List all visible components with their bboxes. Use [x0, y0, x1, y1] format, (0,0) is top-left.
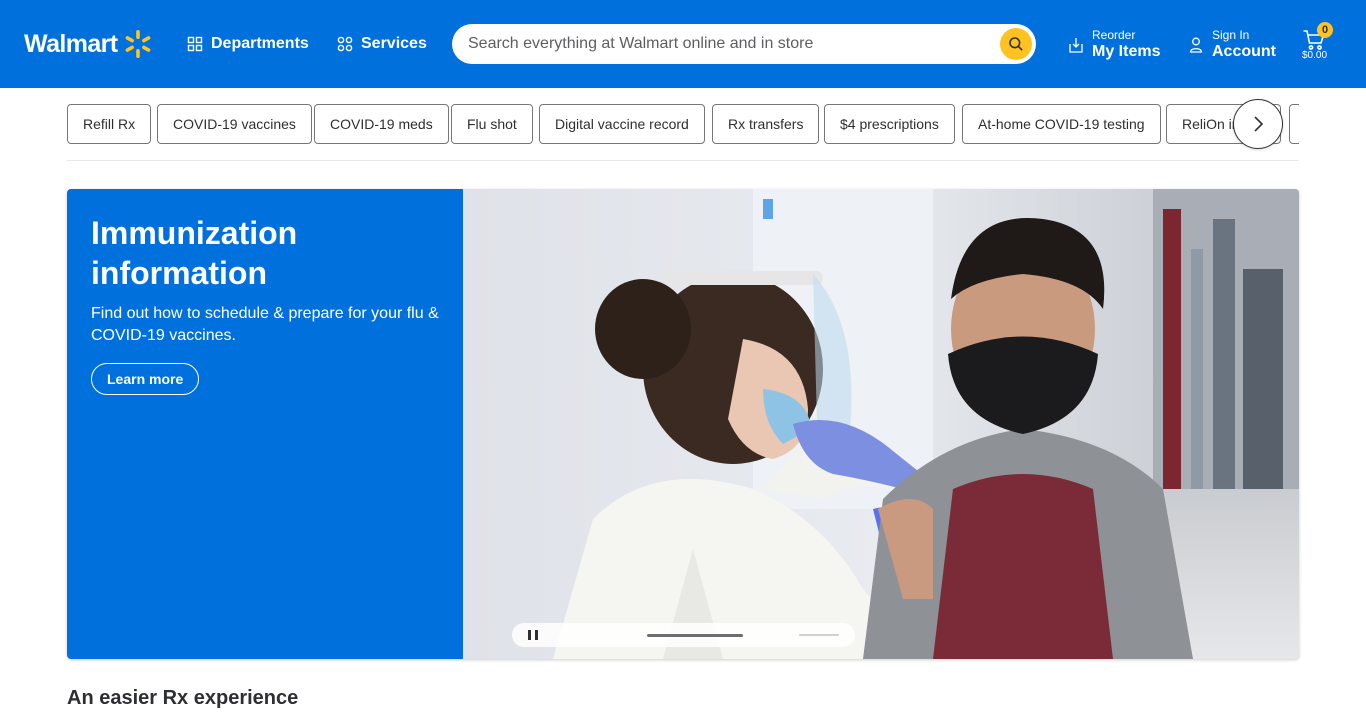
search-input[interactable] — [468, 35, 988, 53]
spark-icon — [125, 30, 150, 58]
cart-button[interactable]: 0 $0.00 — [1300, 22, 1333, 66]
pause-icon[interactable] — [528, 630, 538, 640]
chevron-right-icon — [1254, 116, 1264, 132]
chip-label: Flu shot — [467, 116, 517, 132]
hero-text-panel: Immunization information Find out how to… — [67, 189, 463, 659]
departments-button[interactable]: Departments — [187, 30, 309, 58]
chip-4-dollar-prescriptions[interactable]: $4 prescriptions — [824, 104, 955, 144]
hero-vaccination-photo[interactable] — [463, 189, 1299, 659]
search-button[interactable] — [1000, 28, 1032, 60]
services-button[interactable]: Services — [337, 30, 427, 58]
carousel-controls — [512, 623, 855, 647]
chip-partial[interactable] — [1289, 104, 1299, 144]
search-icon — [1009, 37, 1023, 51]
learn-more-button[interactable]: Learn more — [91, 363, 200, 395]
chip-refill-rx[interactable]: Refill Rx — [67, 104, 152, 144]
signin-small-label: Sign In — [1212, 28, 1250, 42]
chip-flu-shot[interactable]: Flu shot — [451, 104, 533, 144]
reorder-small-label: Reorder — [1092, 28, 1136, 42]
reorder-big-label: My Items — [1092, 43, 1161, 60]
divider — [67, 160, 1299, 161]
reorder-my-items-link[interactable]: Reorder My Items — [1068, 26, 1160, 64]
services-grid-icon — [337, 36, 353, 52]
reorder-icon — [1069, 38, 1083, 53]
chips-next-button[interactable] — [1233, 99, 1283, 149]
chip-at-home-covid-testing[interactable]: At-home COVID-19 testing — [962, 104, 1161, 144]
chip-digital-vaccine-record[interactable]: Digital vaccine record — [539, 104, 705, 144]
cart-count-badge: 0 — [1317, 22, 1333, 38]
chip-covid-meds[interactable]: COVID-19 meds — [314, 104, 449, 144]
chip-label: Digital vaccine record — [555, 116, 689, 132]
site-header: Walmart Departments Services Search ever… — [0, 0, 1366, 88]
logo-text: Walmart — [24, 29, 118, 58]
chip-label: Refill Rx — [83, 116, 136, 132]
departments-label: Departments — [211, 35, 309, 52]
grid-icon — [187, 36, 203, 52]
hero-subtitle: Find out how to schedule & prepare for y… — [91, 305, 439, 344]
person-icon — [1189, 37, 1203, 53]
search-bar — [452, 24, 1036, 64]
sign-in-account-link[interactable]: Sign In Account — [1188, 26, 1276, 64]
cart-total: $0.00 — [1302, 50, 1328, 61]
services-label: Services — [361, 35, 427, 52]
chip-label: Rx transfers — [728, 116, 804, 132]
chip-label: $4 prescriptions — [840, 116, 939, 132]
carousel-indicator-active[interactable] — [647, 634, 743, 637]
pharmacy-quick-links: Refill Rx COVID-19 vaccines COVID-19 med… — [67, 104, 1299, 144]
section-title: An easier Rx experience — [67, 687, 299, 709]
chip-label: COVID-19 vaccines — [173, 116, 296, 132]
chip-label: At-home COVID-19 testing — [978, 116, 1145, 132]
walmart-logo[interactable]: Walmart — [24, 26, 154, 62]
hero-title: Immunization information — [91, 215, 298, 291]
hero-banner: Immunization information Find out how to… — [67, 189, 1299, 659]
carousel-indicator[interactable] — [799, 634, 839, 636]
chip-rx-transfers[interactable]: Rx transfers — [712, 104, 820, 144]
chip-covid-vaccines[interactable]: COVID-19 vaccines — [157, 104, 312, 144]
signin-big-label: Account — [1212, 43, 1276, 60]
chip-label: COVID-19 meds — [330, 116, 433, 132]
